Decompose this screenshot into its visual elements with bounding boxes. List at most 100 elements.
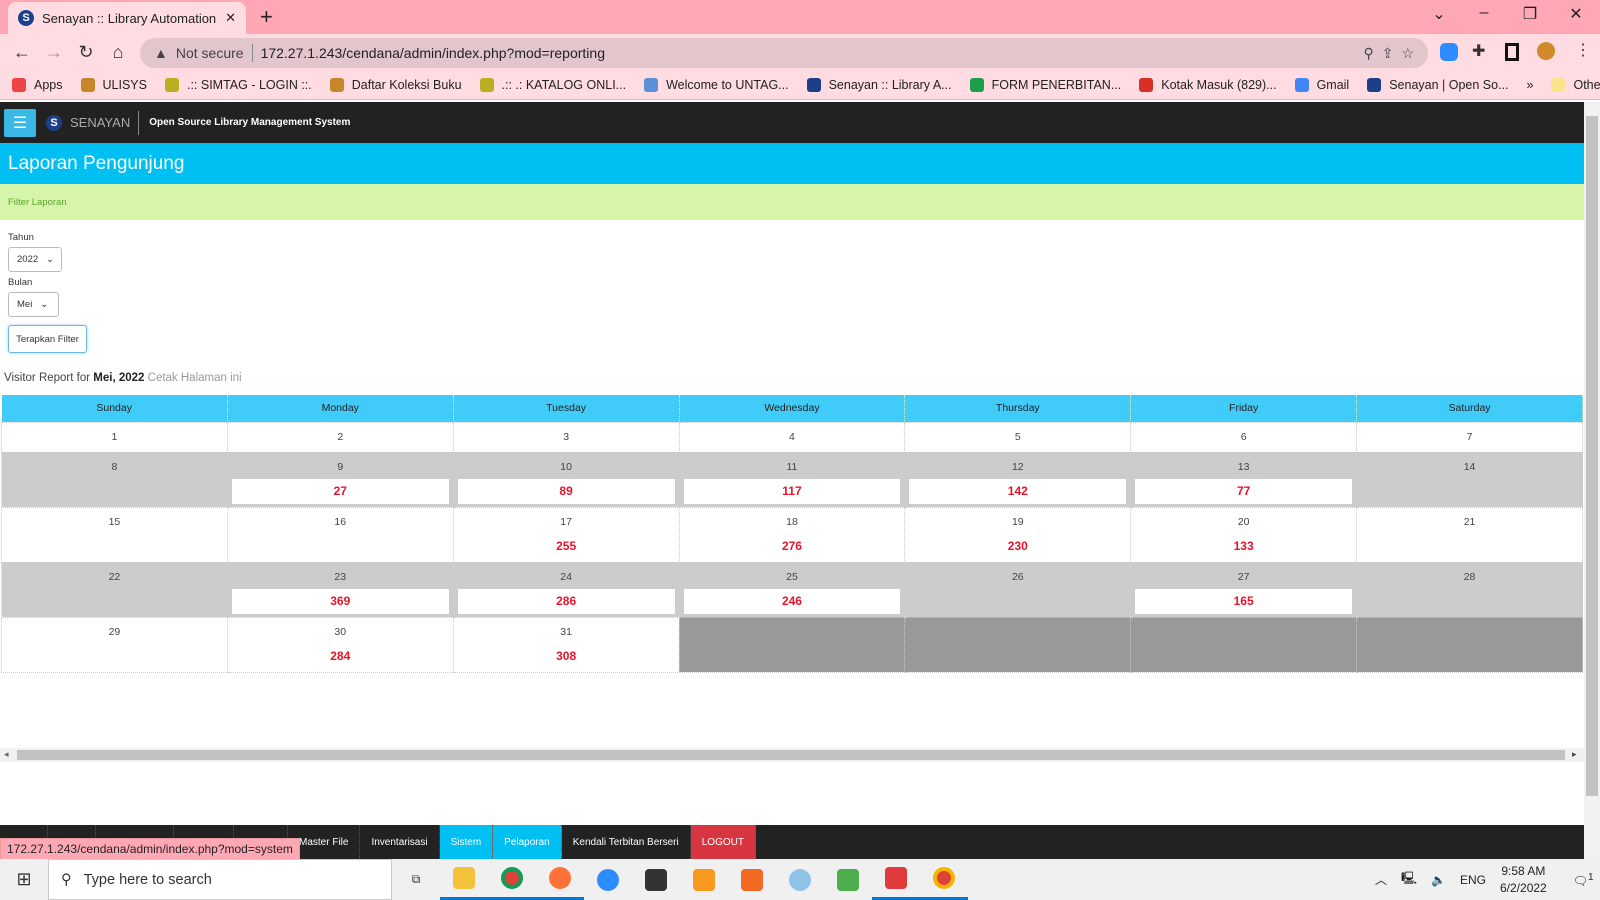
- scroll-left-icon[interactable]: ◂: [4, 749, 9, 760]
- bookmark-label: Senayan :: Library A...: [828, 78, 952, 92]
- horizontal-scrollbar[interactable]: ◂ ▸: [0, 748, 1584, 762]
- brand[interactable]: S SENAYAN: [46, 110, 140, 135]
- nav-item[interactable]: Pelaporan: [493, 825, 562, 859]
- day-header: Sunday: [1, 395, 228, 422]
- bookmark-item[interactable]: Kotak Masuk (829)...: [1139, 78, 1277, 92]
- side-panel-icon[interactable]: [1505, 43, 1519, 61]
- bookmark-item[interactable]: .:: .: KATALOG ONLI...: [479, 78, 626, 92]
- taskbar-search[interactable]: ⚲ Type here to search: [48, 859, 392, 900]
- zoom-icon[interactable]: ⚲: [1363, 45, 1373, 62]
- day-number: 10: [560, 460, 572, 473]
- day-number: 12: [1011, 460, 1024, 473]
- new-tab-button[interactable]: +: [260, 4, 273, 30]
- app-icon[interactable]: [728, 859, 776, 900]
- visitor-count: 255: [556, 538, 577, 553]
- menu-icon[interactable]: ⋮: [1575, 40, 1591, 60]
- restore-button[interactable]: ❐: [1515, 4, 1545, 24]
- other-bookmarks[interactable]: Other bookmarks: [1551, 78, 1600, 92]
- minimize-button[interactable]: –: [1469, 4, 1499, 22]
- back-icon[interactable]: ←: [10, 42, 34, 63]
- calendar-day: 27 165: [1130, 561, 1358, 618]
- more-bookmarks-icon[interactable]: »: [1527, 78, 1534, 92]
- bookmark-label: Kotak Masuk (829)...: [1161, 78, 1277, 92]
- file-explorer-icon[interactable]: [440, 859, 488, 900]
- system-tray: ︿ 🖳 🔈 ENG 9:58 AM 6/2/2022 🗨1: [1375, 859, 1594, 900]
- day-number: 5: [1014, 430, 1021, 443]
- status-url: 172.27.1.243/cendana/admin/index.php?mod…: [0, 838, 300, 860]
- chrome-icon[interactable]: [488, 859, 536, 900]
- month-label: Bulan: [8, 277, 33, 288]
- sublime-icon[interactable]: [680, 859, 728, 900]
- address-bar[interactable]: ▲ Not secure 172.27.1.243/cendana/admin/…: [140, 38, 1428, 68]
- hamburger-menu-button[interactable]: ☰: [4, 108, 36, 137]
- bookmark-item[interactable]: Senayan :: Library A...: [806, 78, 952, 92]
- zoom-extension-icon[interactable]: [1440, 43, 1458, 61]
- task-view-icon[interactable]: ⧉: [392, 859, 440, 900]
- nav-item[interactable]: Inventarisasi: [360, 825, 440, 859]
- bookmark-item[interactable]: Senayan | Open So...: [1367, 78, 1509, 92]
- url-text[interactable]: 172.27.1.243/cendana/admin/index.php?mod…: [261, 45, 1356, 61]
- extensions-icon[interactable]: ✚: [1472, 41, 1485, 61]
- spreadsheet-icon[interactable]: [824, 859, 872, 900]
- calendar-week: 29 30 284 31 308: [1, 616, 1583, 673]
- horizontal-scroll-thumb[interactable]: [17, 750, 1565, 760]
- bookmark-label: .:: SIMTAG - LOGIN ::.: [186, 78, 312, 92]
- bookmark-item[interactable]: .:: SIMTAG - LOGIN ::.: [164, 78, 312, 92]
- windows-start-icon[interactable]: ⊞: [0, 869, 48, 890]
- bookmark-item[interactable]: ULISYS: [80, 78, 147, 92]
- day-number: 31: [560, 625, 572, 638]
- bookmark-icon: [329, 78, 344, 92]
- bookmark-icon: [806, 78, 821, 92]
- zoom-app-icon[interactable]: [584, 859, 632, 900]
- forward-icon[interactable]: →: [42, 42, 66, 63]
- firefox-icon[interactable]: [536, 859, 584, 900]
- network-icon[interactable]: 🖳: [1401, 869, 1417, 890]
- share-icon[interactable]: ⇪: [1382, 45, 1394, 62]
- language-indicator[interactable]: ENG: [1460, 873, 1486, 887]
- bookmark-item[interactable]: Apps: [12, 78, 63, 92]
- bookmark-item[interactable]: Daftar Koleksi Buku: [329, 78, 462, 92]
- bookmark-label: Daftar Koleksi Buku: [351, 78, 462, 92]
- scroll-right-icon[interactable]: ▸: [1572, 749, 1577, 760]
- print-page-link[interactable]: Cetak Halaman ini: [148, 372, 242, 384]
- sticky-notes-icon[interactable]: [632, 859, 680, 900]
- reload-icon[interactable]: ↻: [74, 42, 98, 63]
- browser-tab[interactable]: S Senayan :: Library Automation System ✕: [8, 2, 246, 34]
- vertical-scrollbar[interactable]: [1584, 102, 1600, 859]
- nav-item[interactable]: Sistem: [439, 825, 494, 859]
- chrome-profile-icon[interactable]: [920, 859, 968, 900]
- year-select[interactable]: 2022 ⌄: [8, 247, 62, 272]
- browser-toolbar: ← → ↻ ⌂ ▲ Not secure 172.27.1.243/cendan…: [0, 34, 1600, 71]
- vertical-scroll-thumb[interactable]: [1586, 116, 1598, 796]
- paint-icon[interactable]: [776, 859, 824, 900]
- bookmark-icon: [1294, 78, 1309, 92]
- calendar-day: 1: [1, 421, 228, 453]
- month-select[interactable]: Mei ⌄: [8, 292, 59, 317]
- calendar-day: 4: [678, 421, 906, 453]
- nav-item[interactable]: LOGOUT: [690, 825, 756, 859]
- calendar-day: 19 230: [904, 506, 1132, 563]
- security-label: Not secure: [175, 45, 244, 61]
- calendar-day: 21: [1356, 506, 1583, 563]
- bookmark-item[interactable]: Gmail: [1294, 78, 1349, 92]
- calendar-day: 18 276: [678, 506, 906, 563]
- close-tab-icon[interactable]: ✕: [225, 10, 236, 26]
- chevron-up-icon[interactable]: ︿: [1375, 871, 1387, 888]
- bookmark-item[interactable]: Welcome to UNTAG...: [644, 78, 789, 92]
- day-number: 25: [786, 570, 798, 583]
- star-icon[interactable]: ☆: [1401, 45, 1414, 62]
- clock[interactable]: 9:58 AM 6/2/2022: [1500, 863, 1547, 897]
- wps-icon[interactable]: [872, 859, 920, 900]
- visitor-calendar: Sunday Monday Tuesday Wednesday Thursday Frid…: [1, 395, 1583, 673]
- home-icon[interactable]: ⌂: [106, 42, 130, 63]
- profile-avatar[interactable]: [1537, 42, 1555, 60]
- nav-item[interactable]: Kendali Terbitan Berseri: [562, 825, 691, 859]
- bookmark-item[interactable]: FORM PENERBITAN...: [969, 78, 1121, 92]
- tab-search-icon[interactable]: ⌄: [1424, 4, 1454, 24]
- close-window-button[interactable]: ✕: [1561, 4, 1591, 24]
- notifications-icon[interactable]: 🗨1: [1573, 872, 1594, 888]
- apply-filter-button[interactable]: Terapkan Filter: [8, 325, 87, 353]
- volume-icon[interactable]: 🔈: [1431, 873, 1446, 887]
- calendar-week: 8 9 27 10 89 11 117 12 142 13 77 14: [1, 451, 1583, 508]
- visitor-count: 117: [683, 478, 901, 504]
